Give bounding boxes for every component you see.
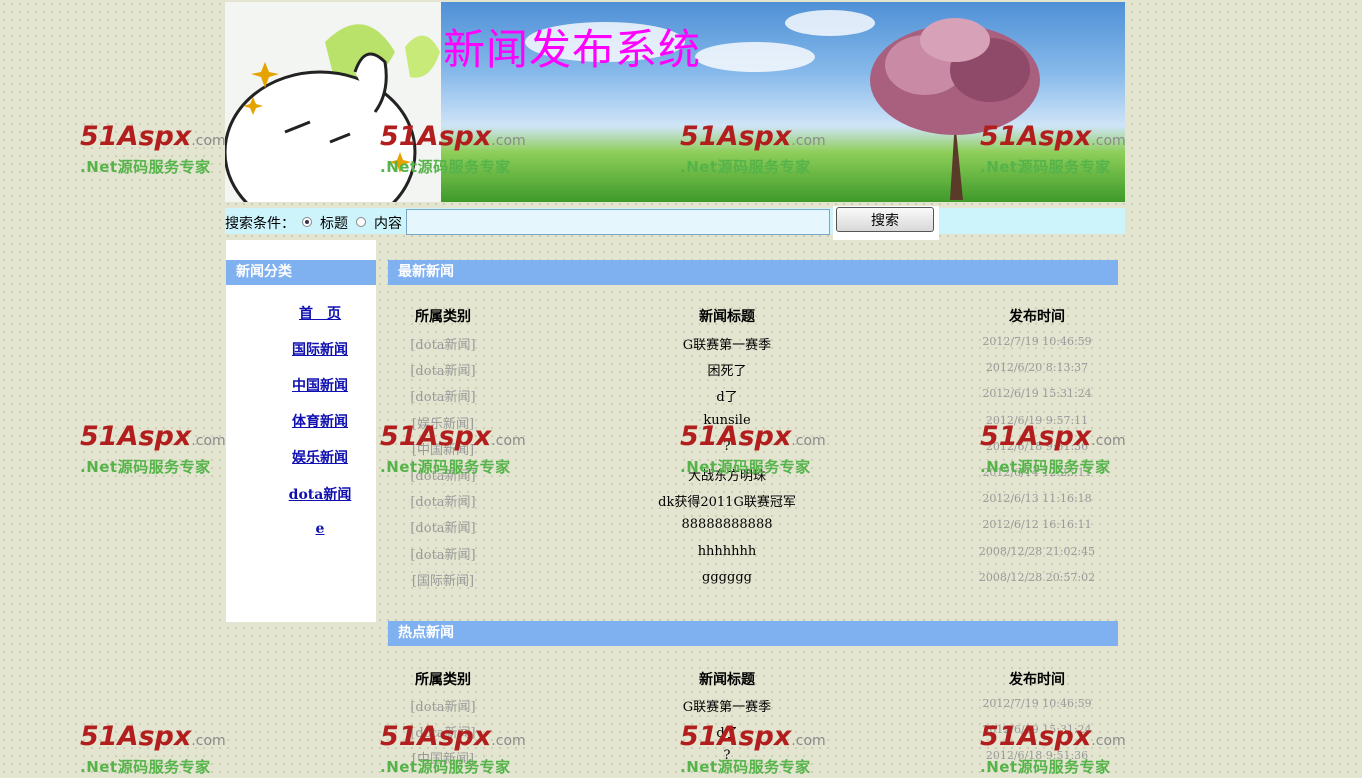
search-input[interactable] xyxy=(406,209,830,235)
news-category-cell: [娱乐新闻] xyxy=(411,416,475,432)
banner-cartoon-image xyxy=(225,2,441,202)
news-category-cell: [dota新闻] xyxy=(410,364,476,380)
search-bar: 搜索条件： 标题 内容 搜索 xyxy=(225,206,1125,240)
news-title-link[interactable]: hhhhhhh xyxy=(587,544,867,559)
news-title-link[interactable]: d了 xyxy=(587,386,867,405)
news-time-cell: 2012/6/14 12:23:11 xyxy=(982,466,1092,479)
column-header-category: 所属类别 xyxy=(415,672,471,688)
sidebar-item-home[interactable]: 首 页 xyxy=(226,303,414,323)
news-title-link[interactable]: ? xyxy=(587,439,867,454)
watermark-logo-text: 51Aspx.com xyxy=(80,721,226,752)
hot-news-header: 热点新闻 xyxy=(388,621,1118,646)
news-category-cell: [dota新闻] xyxy=(410,338,476,353)
search-button[interactable]: 搜索 xyxy=(836,207,934,232)
radio-content-label: 内容 xyxy=(374,216,402,232)
watermark-slogan: .Net源码服务专家 xyxy=(80,158,211,176)
watermark-logo: 51Aspx.com .Net源码服务专家 xyxy=(80,722,240,778)
tree-image xyxy=(870,18,1040,200)
news-time-cell: 2012/6/19 9:57:11 xyxy=(985,413,1089,427)
sidebar-item-entertainment[interactable]: 娱乐新闻 xyxy=(226,447,414,467)
column-header-time: 发布时间 xyxy=(1009,672,1065,688)
news-category-cell: [中国新闻] xyxy=(411,752,475,767)
news-title-link[interactable]: G联赛第一赛季 xyxy=(587,696,867,715)
search-button-wrap: 搜索 xyxy=(833,206,939,240)
news-title-link[interactable]: ? xyxy=(587,748,867,763)
search-condition-label: 搜索条件： xyxy=(225,216,295,232)
column-header-title: 新闻标题 xyxy=(699,309,755,325)
news-title-link[interactable]: 大战东方明珠 xyxy=(587,465,867,484)
watermark-slogan: .Net源码服务专家 xyxy=(80,758,211,776)
watermark-slogan: .Net源码服务专家 xyxy=(80,458,211,476)
latest-news-header: 最新新闻 xyxy=(388,260,1118,285)
sidebar-header: 新闻分类 xyxy=(226,260,376,285)
news-category-cell: [中国新闻] xyxy=(411,442,475,458)
watermark-logo: 51Aspx.com .Net源码服务专家 xyxy=(80,422,240,478)
column-header-category: 所属类别 xyxy=(415,309,471,325)
news-time-cell: 2008/12/28 20:57:02 xyxy=(978,570,1096,584)
news-time-cell: 2012/6/20 8:13:37 xyxy=(985,361,1089,375)
site-title: 新闻发布系统 xyxy=(443,25,702,74)
news-time-cell: 2008/12/28 21:02:45 xyxy=(978,544,1096,558)
news-category-cell: [国际新闻] xyxy=(411,573,475,589)
news-title-link[interactable]: d了 xyxy=(587,722,867,741)
news-category-cell: [dota新闻] xyxy=(410,700,476,715)
news-title-link[interactable]: dk获得2011G联赛冠军 xyxy=(587,491,867,510)
news-category-cell: [dota新闻] xyxy=(410,547,476,563)
news-time-cell: 2012/6/12 16:16:11 xyxy=(982,518,1092,532)
news-category-cell: [dota新闻] xyxy=(410,469,476,484)
news-time-cell: 2012/7/19 10:46:59 xyxy=(982,335,1092,348)
news-time-cell: 2012/6/18 9:51:36 xyxy=(985,439,1089,453)
news-title-link[interactable]: G联赛第一赛季 xyxy=(587,334,867,353)
sidebar-item-international[interactable]: 国际新闻 xyxy=(226,339,414,359)
watermark-logo-text: 51Aspx.com xyxy=(80,121,226,152)
radio-content[interactable] xyxy=(356,217,366,227)
news-title-link[interactable]: gggggg xyxy=(587,570,867,585)
news-time-cell: 2012/6/18 9:51:36 xyxy=(985,749,1089,762)
news-time-cell: 2012/6/13 11:16:18 xyxy=(982,492,1092,506)
sidebar-item-dota[interactable]: dota新闻 xyxy=(226,484,414,504)
sidebar-item-china[interactable]: 中国新闻 xyxy=(226,375,414,395)
news-title-link[interactable]: 88888888888 xyxy=(587,517,867,532)
column-header-time: 发布时间 xyxy=(1009,309,1065,325)
news-category-cell: [dota新闻] xyxy=(410,495,476,511)
news-time-cell: 2012/6/19 15:31:24 xyxy=(982,723,1092,736)
watermark-logo: 51Aspx.com .Net源码服务专家 xyxy=(80,122,240,178)
news-title-link[interactable]: 困死了 xyxy=(587,360,867,379)
news-category-cell: [dota新闻] xyxy=(410,390,476,406)
sidebar-item-sports[interactable]: 体育新闻 xyxy=(226,411,414,431)
watermark-logo-text: 51Aspx.com xyxy=(80,421,226,452)
news-title-link[interactable]: kunsile xyxy=(587,413,867,428)
radio-title-label: 标题 xyxy=(320,216,348,232)
news-category-cell: [dota新闻] xyxy=(410,726,476,741)
category-sidebar: 新闻分类 首 页 国际新闻 中国新闻 体育新闻 娱乐新闻 dota新闻 e xyxy=(226,240,376,622)
radio-title[interactable] xyxy=(302,217,312,227)
sidebar-item-e[interactable]: e xyxy=(226,521,414,537)
column-header-title: 新闻标题 xyxy=(699,672,755,688)
news-time-cell: 2012/6/19 15:31:24 xyxy=(982,387,1092,401)
news-time-cell: 2012/7/19 10:46:59 xyxy=(982,697,1092,710)
header-banner: 新闻发布系统 xyxy=(225,2,1125,202)
news-category-cell: [dota新闻] xyxy=(410,521,476,537)
